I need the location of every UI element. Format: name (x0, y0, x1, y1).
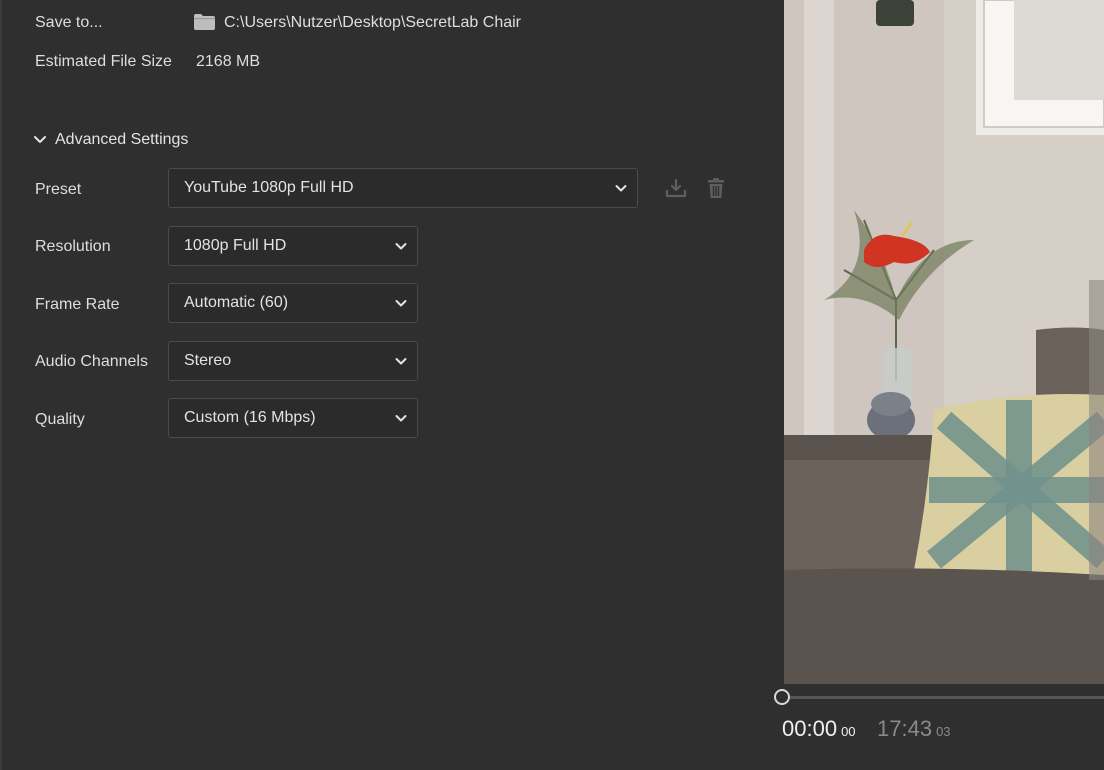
resolution-dropdown[interactable]: 1080p Full HD (168, 226, 418, 266)
quality-label: Quality (35, 411, 85, 428)
advanced-settings-toggle[interactable]: Advanced Settings (33, 131, 188, 149)
advanced-settings-title: Advanced Settings (55, 131, 189, 148)
quality-value: Custom (16 Mbps) (184, 409, 316, 426)
current-timecode: 00:00 00 (782, 716, 856, 742)
video-preview[interactable] (784, 0, 1104, 684)
video-frame-image (784, 0, 1104, 684)
quality-dropdown[interactable]: Custom (16 Mbps) (168, 398, 418, 438)
preset-value: YouTube 1080p Full HD (184, 179, 354, 196)
total-timecode: 17:43 03 (877, 716, 951, 742)
total-time: 17:43 (877, 716, 933, 741)
playhead-handle[interactable] (774, 689, 790, 705)
chevron-down-icon (615, 185, 627, 192)
preset-label: Preset (35, 181, 82, 198)
chevron-down-icon (395, 243, 407, 250)
file-size-value: 2168 MB (196, 53, 261, 70)
frame-rate-dropdown[interactable]: Automatic (60) (168, 283, 418, 323)
resolution-value: 1080p Full HD (184, 237, 287, 254)
save-to-label: Save to... (35, 14, 103, 31)
audio-channels-value: Stereo (184, 352, 232, 369)
panel-edge (0, 0, 2, 770)
save-preset-icon[interactable] (664, 176, 688, 200)
chevron-down-icon (395, 300, 407, 307)
preset-dropdown[interactable]: YouTube 1080p Full HD (168, 168, 638, 208)
folder-icon[interactable] (194, 14, 215, 30)
current-time: 00:00 (782, 716, 838, 741)
export-settings-window: Save to... C:\Users\Nutzer\Desktop\Secre… (0, 0, 1104, 770)
resolution-label: Resolution (35, 238, 111, 255)
chevron-down-icon (395, 358, 407, 365)
file-size-label: Estimated File Size (35, 53, 172, 70)
timeline-track[interactable] (784, 696, 1104, 699)
save-path-link[interactable]: C:\Users\Nutzer\Desktop\SecretLab Chair (224, 14, 521, 32)
chevron-down-icon (34, 136, 46, 143)
audio-channels-label: Audio Channels (35, 353, 148, 370)
frame-rate-label: Frame Rate (35, 296, 120, 313)
delete-preset-icon[interactable] (704, 176, 728, 200)
chevron-down-icon (395, 415, 407, 422)
audio-channels-dropdown[interactable]: Stereo (168, 341, 418, 381)
current-frames: 00 (841, 724, 856, 739)
frame-rate-value: Automatic (60) (184, 294, 289, 311)
total-frames: 03 (936, 724, 951, 739)
